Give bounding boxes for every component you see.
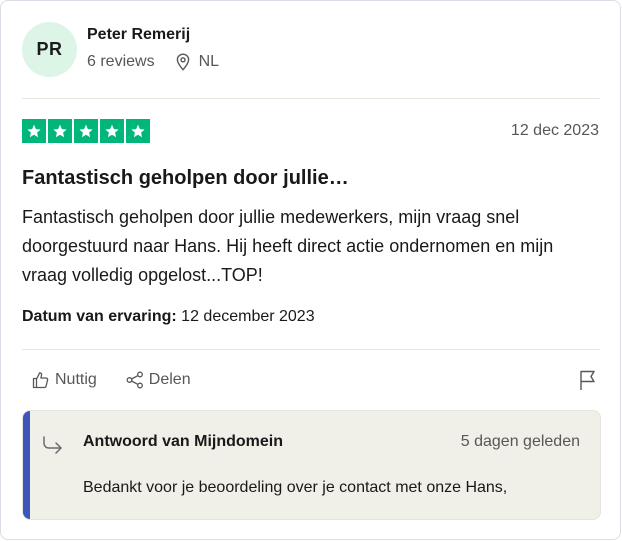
divider <box>22 349 600 350</box>
avatar[interactable]: PR <box>22 22 77 77</box>
star-icon <box>22 119 46 143</box>
flag-icon[interactable] <box>578 369 598 391</box>
share-button[interactable]: Delen <box>125 370 191 390</box>
reply-title: Antwoord van Mijndomein <box>83 433 283 450</box>
reviewer-country: NL <box>198 53 220 70</box>
thumbs-up-icon <box>32 372 49 389</box>
company-reply: Antwoord van Mijndomein 5 dagen geleden … <box>22 410 601 520</box>
star-icon <box>74 119 98 143</box>
review-body: Fantastisch geholpen door jullie medewer… <box>22 207 554 285</box>
review-title[interactable]: Fantastisch geholpen door jullie… <box>22 167 349 190</box>
review-actions: Nuttig Delen <box>31 370 191 390</box>
reply-date: 5 dagen geleden <box>460 433 580 450</box>
star-icon <box>48 119 72 143</box>
experience-date: Datum van ervaring: 12 december 2023 <box>22 308 315 326</box>
star-rating <box>22 119 150 143</box>
reviewer-name[interactable]: Peter Remerij <box>87 26 190 44</box>
reviewer-meta: 6 reviews NL <box>87 53 219 71</box>
share-label: Delen <box>148 371 191 388</box>
reviews-count: 6 reviews <box>87 53 155 70</box>
review-card: PR Peter Remerij 6 reviews NL 12 dec 202… <box>0 0 621 540</box>
location-pin-icon <box>176 53 189 71</box>
star-icon <box>126 119 150 143</box>
useful-label: Nuttig <box>55 371 97 388</box>
experience-date-value: 12 december 2023 <box>181 308 315 325</box>
reply-arrow-icon <box>43 436 62 454</box>
review-date: 12 dec 2023 <box>510 122 599 139</box>
useful-button[interactable]: Nuttig <box>31 370 97 390</box>
star-icon <box>100 119 124 143</box>
share-icon <box>126 371 143 389</box>
reply-accent-bar <box>23 411 30 519</box>
experience-date-label: Datum van ervaring: <box>22 308 177 325</box>
divider <box>22 98 600 99</box>
reply-text: Bedankt voor je beoordeling over je cont… <box>83 479 508 496</box>
reviewer-location: NL <box>175 53 219 71</box>
